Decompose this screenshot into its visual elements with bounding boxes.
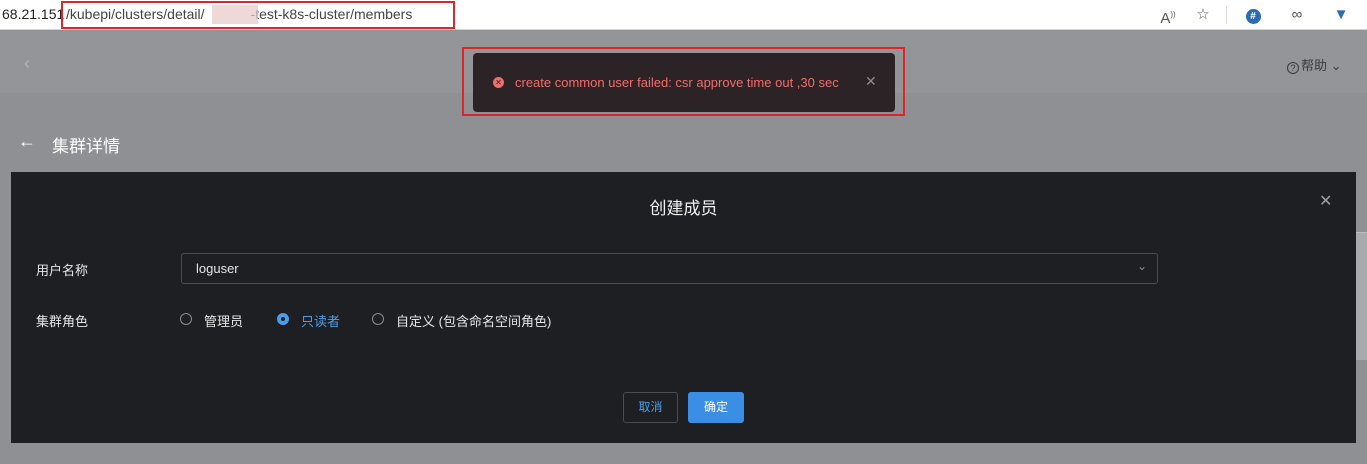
radio-unchecked-icon (372, 313, 384, 325)
add-favorite-icon[interactable]: ☆ (1192, 4, 1214, 26)
role-label-custom: 自定义 (包含命名空间角色) (396, 314, 552, 329)
create-member-dialog: 创建成员 ✕ 用户名称 loguser ⌄ 集群角色 管理员 只读者 自定义 (… (11, 172, 1356, 443)
url-host[interactable]: 68.21.151 (2, 6, 64, 22)
username-value: loguser (196, 261, 239, 276)
cluster-role-label: 集群角色 (36, 314, 89, 329)
read-aloud-icon[interactable]: A)) (1157, 4, 1179, 27)
background-panel-edge (1356, 232, 1367, 360)
cancel-button[interactable]: 取消 (623, 392, 678, 423)
radio-unchecked-icon (180, 313, 192, 325)
infinity-icon[interactable]: ∞ (1286, 4, 1308, 26)
role-label-viewer: 只读者 (301, 314, 341, 329)
chevron-down-icon: ⌄ (1136, 259, 1147, 273)
chevron-down-icon: ⌄ (1330, 58, 1342, 73)
extension-hash-icon[interactable]: # (1242, 4, 1264, 26)
extension-shield-icon[interactable]: ▼ (1330, 4, 1352, 26)
url-highlight-box (61, 1, 455, 29)
chevron-left-icon[interactable]: ‹ (24, 53, 30, 74)
help-icon: ? (1287, 62, 1299, 74)
help-label: 帮助 (1301, 58, 1328, 73)
username-select[interactable]: loguser ⌄ (181, 253, 1158, 284)
browser-address-bar[interactable]: 68.21.151 /kubepi/clusters/detail/-test-… (0, 0, 1367, 30)
dialog-title: 创建成员 (649, 199, 718, 218)
toolbar-divider (1226, 6, 1227, 24)
arrow-left-icon[interactable]: ← (18, 131, 36, 152)
confirm-button[interactable]: 确定 (688, 392, 744, 423)
role-label-admin: 管理员 (204, 314, 244, 329)
page-title: 集群详情 (52, 137, 120, 156)
radio-checked-icon (277, 313, 289, 325)
close-icon[interactable]: ✕ (1319, 191, 1332, 211)
help-menu[interactable]: ? 帮助 ⌄ (1287, 55, 1342, 74)
username-label: 用户名称 (36, 263, 89, 278)
toast-highlight-box (462, 47, 905, 116)
